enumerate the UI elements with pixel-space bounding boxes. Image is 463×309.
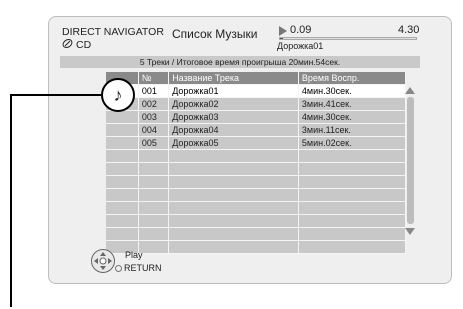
track-duration [298, 240, 407, 254]
callout-leader-line-vertical [10, 94, 12, 307]
track-name [168, 240, 299, 254]
track-number [138, 227, 170, 241]
track-duration [298, 188, 407, 202]
header-source: DIRECT NAVIGATOR CD [62, 26, 164, 52]
empty-table-row [106, 214, 407, 228]
track-name: Дорожка04 [168, 123, 299, 137]
playback-progress [279, 37, 417, 40]
track-duration [298, 175, 407, 189]
track-number: 004 [138, 123, 170, 137]
table-row[interactable]: 002 Дорожка02 3мин.41сек. [106, 97, 407, 111]
track-duration: 4мин.30сек. [298, 84, 407, 98]
track-duration: 5мин.02сек. [298, 136, 407, 150]
table-row[interactable]: 001 Дорожка01 4мин.30сек. [106, 84, 407, 98]
row-icon-cell [106, 227, 139, 241]
track-name [168, 201, 299, 215]
track-number: 002 [138, 97, 170, 111]
track-name [168, 175, 299, 189]
row-icon-cell [106, 136, 139, 150]
return-button-icon [115, 264, 122, 272]
track-name [168, 214, 299, 228]
tracks-summary: 5 Треки / Итоговое время проигрыша 20мин… [60, 56, 420, 68]
track-number: 005 [138, 136, 170, 150]
table-row[interactable]: 004 Дорожка04 3мин.11сек. [106, 123, 407, 137]
scroll-up-arrow-icon[interactable] [405, 87, 415, 94]
scroll-down-arrow-icon[interactable] [405, 228, 415, 235]
track-number [138, 188, 170, 202]
play-hint: Play [125, 250, 143, 260]
track-name [168, 188, 299, 202]
table-row[interactable]: 003 Дорожка03 4мин.30сек. [106, 110, 407, 124]
scrollbar[interactable] [405, 85, 416, 238]
empty-table-row [106, 240, 407, 254]
track-name [168, 149, 299, 163]
track-duration [298, 214, 407, 228]
track-number [138, 162, 170, 176]
track-name [168, 162, 299, 176]
row-icon-cell [106, 175, 139, 189]
column-header-duration: Время Воспр. [298, 72, 407, 85]
row-icon-cell [106, 110, 139, 124]
playback-progress-fill [280, 38, 283, 39]
current-track-name: Дорожка01 [277, 41, 324, 51]
track-duration [298, 227, 407, 241]
track-name: Дорожка05 [168, 136, 299, 150]
track-number [138, 201, 170, 215]
empty-table-row [106, 201, 407, 215]
track-number [138, 214, 170, 228]
track-number [138, 149, 170, 163]
empty-table-row [106, 162, 407, 176]
media-label: CD [76, 39, 92, 51]
track-name: Дорожка03 [168, 110, 299, 124]
row-icon-cell [106, 201, 139, 215]
track-name: Дорожка02 [168, 97, 299, 111]
column-header-number: № [138, 72, 170, 85]
track-table: № Название Трека Время Воспр. 001 Дорожка… [106, 72, 407, 254]
music-note-icon: ♪ [101, 78, 135, 112]
total-time: 4.30 [398, 24, 420, 36]
table-row[interactable]: 005 Дорожка05 5мин.02сек. [106, 136, 407, 150]
row-icon-cell [106, 188, 139, 202]
disc-icon [62, 38, 73, 52]
row-icon-cell [106, 123, 139, 137]
empty-table-row [106, 149, 407, 163]
track-duration: 4мин.30сек. [298, 110, 407, 124]
return-hint: RETURN [115, 263, 162, 273]
track-duration [298, 201, 407, 215]
row-icon-cell [106, 214, 139, 228]
track-name: Дорожка01 [168, 84, 299, 98]
play-indicator-icon [279, 26, 287, 36]
return-label: RETURN [124, 263, 162, 273]
row-icon-cell [106, 149, 139, 163]
track-duration [298, 162, 407, 176]
elapsed-time: 0.09 [290, 24, 312, 36]
track-name [168, 227, 299, 241]
track-duration [298, 149, 407, 163]
track-number [138, 175, 170, 189]
remote-dpad-icon [90, 248, 116, 279]
track-duration: 3мин.41сек. [298, 97, 407, 111]
track-number: 001 [138, 84, 170, 98]
page-title: Список Музыки [172, 27, 258, 41]
callout-leader-line [10, 94, 102, 96]
track-number: 003 [138, 110, 170, 124]
empty-table-row [106, 175, 407, 189]
row-icon-cell [106, 162, 139, 176]
column-header-title: Название Трека [168, 72, 299, 85]
empty-table-row [106, 227, 407, 241]
table-header-row: № Название Трека Время Воспр. [106, 72, 407, 85]
track-duration: 3мин.11сек. [298, 123, 407, 137]
empty-table-row [106, 188, 407, 202]
scroll-thumb[interactable] [407, 97, 414, 224]
navigator-label: DIRECT NAVIGATOR [62, 26, 164, 38]
